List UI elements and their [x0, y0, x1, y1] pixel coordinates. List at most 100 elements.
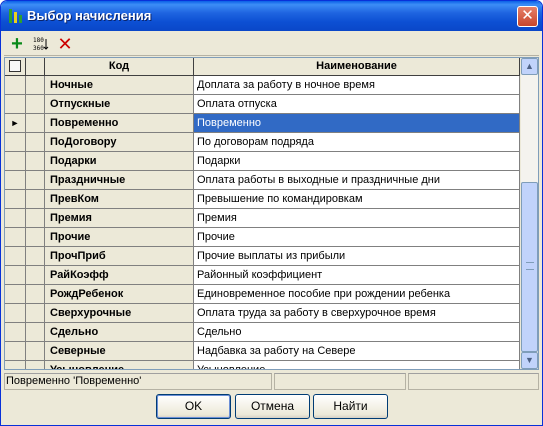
row-indicator	[5, 95, 26, 114]
cancel-button[interactable]: Отмена	[235, 394, 310, 419]
name-cell[interactable]: Доплата за работу в ночное время	[194, 76, 520, 95]
row-selector[interactable]	[26, 266, 45, 285]
table-row[interactable]: ПревКом Превышение по командировкам	[5, 190, 520, 209]
name-cell[interactable]: Повременно	[194, 114, 520, 133]
row-indicator	[5, 152, 26, 171]
code-cell[interactable]: Сверхурочные	[45, 304, 194, 323]
code-cell[interactable]: Подарки	[45, 152, 194, 171]
table-row[interactable]: ПоДоговору По договорам подряда	[5, 133, 520, 152]
column-header-code[interactable]: Код	[45, 58, 194, 76]
row-selector[interactable]	[26, 133, 45, 152]
vertical-scrollbar[interactable]: ▲ ▼	[520, 58, 538, 369]
row-selector[interactable]	[26, 285, 45, 304]
row-indicator	[5, 228, 26, 247]
code-cell[interactable]: Праздничные	[45, 171, 194, 190]
code-cell[interactable]: ПревКом	[45, 190, 194, 209]
name-cell[interactable]: Превышение по командировкам	[194, 190, 520, 209]
row-selector[interactable]	[26, 342, 45, 361]
scroll-up-button[interactable]: ▲	[521, 58, 538, 75]
row-selector[interactable]	[26, 247, 45, 266]
name-cell[interactable]: Подарки	[194, 152, 520, 171]
table-row[interactable]: ► Повременно Повременно	[5, 114, 520, 133]
grid-corner-header[interactable]	[5, 58, 26, 76]
arrow-down-icon: ▼	[525, 355, 534, 365]
name-cell[interactable]: Оплата работы в выходные и праздничные д…	[194, 171, 520, 190]
code-cell[interactable]: Усыновление	[45, 361, 194, 369]
table-row[interactable]: РождРебенок Единовременное пособие при ро…	[5, 285, 520, 304]
table-row[interactable]: Сверхурочные Оплата труда за работу в све…	[5, 304, 520, 323]
arrow-up-icon: ▲	[525, 61, 534, 71]
name-cell[interactable]: Усыновление	[194, 361, 520, 369]
data-grid[interactable]: Код Наименование Ночные Доплата за работу…	[4, 57, 539, 370]
table-row[interactable]: ПрочПриб Прочие выплаты из прибыли	[5, 247, 520, 266]
table-row[interactable]: Подарки Подарки	[5, 152, 520, 171]
code-cell[interactable]: ПоДоговору	[45, 133, 194, 152]
name-cell[interactable]: Прочие	[194, 228, 520, 247]
grid-rows: Ночные Доплата за работу в ночное время От…	[5, 76, 520, 369]
table-row[interactable]: Сдельно Сдельно	[5, 323, 520, 342]
row-selector[interactable]	[26, 304, 45, 323]
name-cell[interactable]: Прочие выплаты из прибыли	[194, 247, 520, 266]
name-cell[interactable]: Единовременное пособие при рождении ребе…	[194, 285, 520, 304]
code-cell[interactable]: Отпускные	[45, 95, 194, 114]
row-selector[interactable]	[26, 190, 45, 209]
row-indicator	[5, 171, 26, 190]
status-panel-2	[274, 373, 406, 390]
grip-icon	[526, 262, 534, 270]
code-cell[interactable]: Сдельно	[45, 323, 194, 342]
table-row[interactable]: Праздничные Оплата работы в выходные и пр…	[5, 171, 520, 190]
code-cell[interactable]: Повременно	[45, 114, 194, 133]
code-cell[interactable]: ПрочПриб	[45, 247, 194, 266]
name-cell[interactable]: Оплата труда за работу в сверхурочное вр…	[194, 304, 520, 323]
table-row[interactable]: Прочие Прочие	[5, 228, 520, 247]
name-cell[interactable]: Сдельно	[194, 323, 520, 342]
row-indicator	[5, 342, 26, 361]
scroll-down-button[interactable]: ▼	[521, 352, 538, 369]
code-cell[interactable]: РайКоэфф	[45, 266, 194, 285]
row-selector[interactable]	[26, 323, 45, 342]
row-selector[interactable]	[26, 152, 45, 171]
delete-button[interactable]: ✕	[54, 34, 76, 54]
row-selector[interactable]	[26, 171, 45, 190]
row-indicator	[5, 304, 26, 323]
name-cell[interactable]: Районный коэффициент	[194, 266, 520, 285]
svg-text:360: 360	[33, 45, 44, 52]
delete-x-icon: ✕	[57, 34, 73, 54]
code-cell[interactable]: Ночные	[45, 76, 194, 95]
name-cell[interactable]: Премия	[194, 209, 520, 228]
sort-button[interactable]: 180 360	[30, 34, 52, 54]
name-cell[interactable]: По договорам подряда	[194, 133, 520, 152]
name-cell[interactable]: Оплата отпуска	[194, 95, 520, 114]
row-selector[interactable]	[26, 209, 45, 228]
row-selector[interactable]	[26, 76, 45, 95]
table-row[interactable]: Усыновление Усыновление	[5, 361, 520, 369]
row-indicator	[5, 361, 26, 369]
code-cell[interactable]: Северные	[45, 342, 194, 361]
add-button[interactable]: +	[6, 34, 28, 54]
toolbar: + 180 360 ✕	[4, 32, 539, 56]
table-row[interactable]: Ночные Доплата за работу в ночное время	[5, 76, 520, 95]
row-indicator	[5, 323, 26, 342]
row-selector[interactable]	[26, 95, 45, 114]
table-row[interactable]: РайКоэфф Районный коэффициент	[5, 266, 520, 285]
title-bar[interactable]: Выбор начисления ✕	[1, 1, 542, 31]
table-row[interactable]: Северные Надбавка за работу на Севере	[5, 342, 520, 361]
row-selector[interactable]	[26, 114, 45, 133]
row-selector[interactable]	[26, 361, 45, 369]
scroll-thumb[interactable]	[521, 182, 538, 352]
find-button[interactable]: Найти	[313, 394, 388, 419]
svg-text:180: 180	[33, 37, 44, 44]
ok-button[interactable]: OK	[156, 394, 231, 419]
code-cell[interactable]: Прочие	[45, 228, 194, 247]
column-header-name[interactable]: Наименование	[194, 58, 520, 76]
name-cell[interactable]: Надбавка за работу на Севере	[194, 342, 520, 361]
table-row[interactable]: Отпускные Оплата отпуска	[5, 95, 520, 114]
row-indicator	[5, 190, 26, 209]
code-cell[interactable]: РождРебенок	[45, 285, 194, 304]
table-row[interactable]: Премия Премия	[5, 209, 520, 228]
row-indicator	[5, 209, 26, 228]
row-selector[interactable]	[26, 228, 45, 247]
close-button[interactable]: ✕	[517, 6, 538, 27]
status-text: Повременно 'Повременно'	[4, 373, 272, 390]
code-cell[interactable]: Премия	[45, 209, 194, 228]
